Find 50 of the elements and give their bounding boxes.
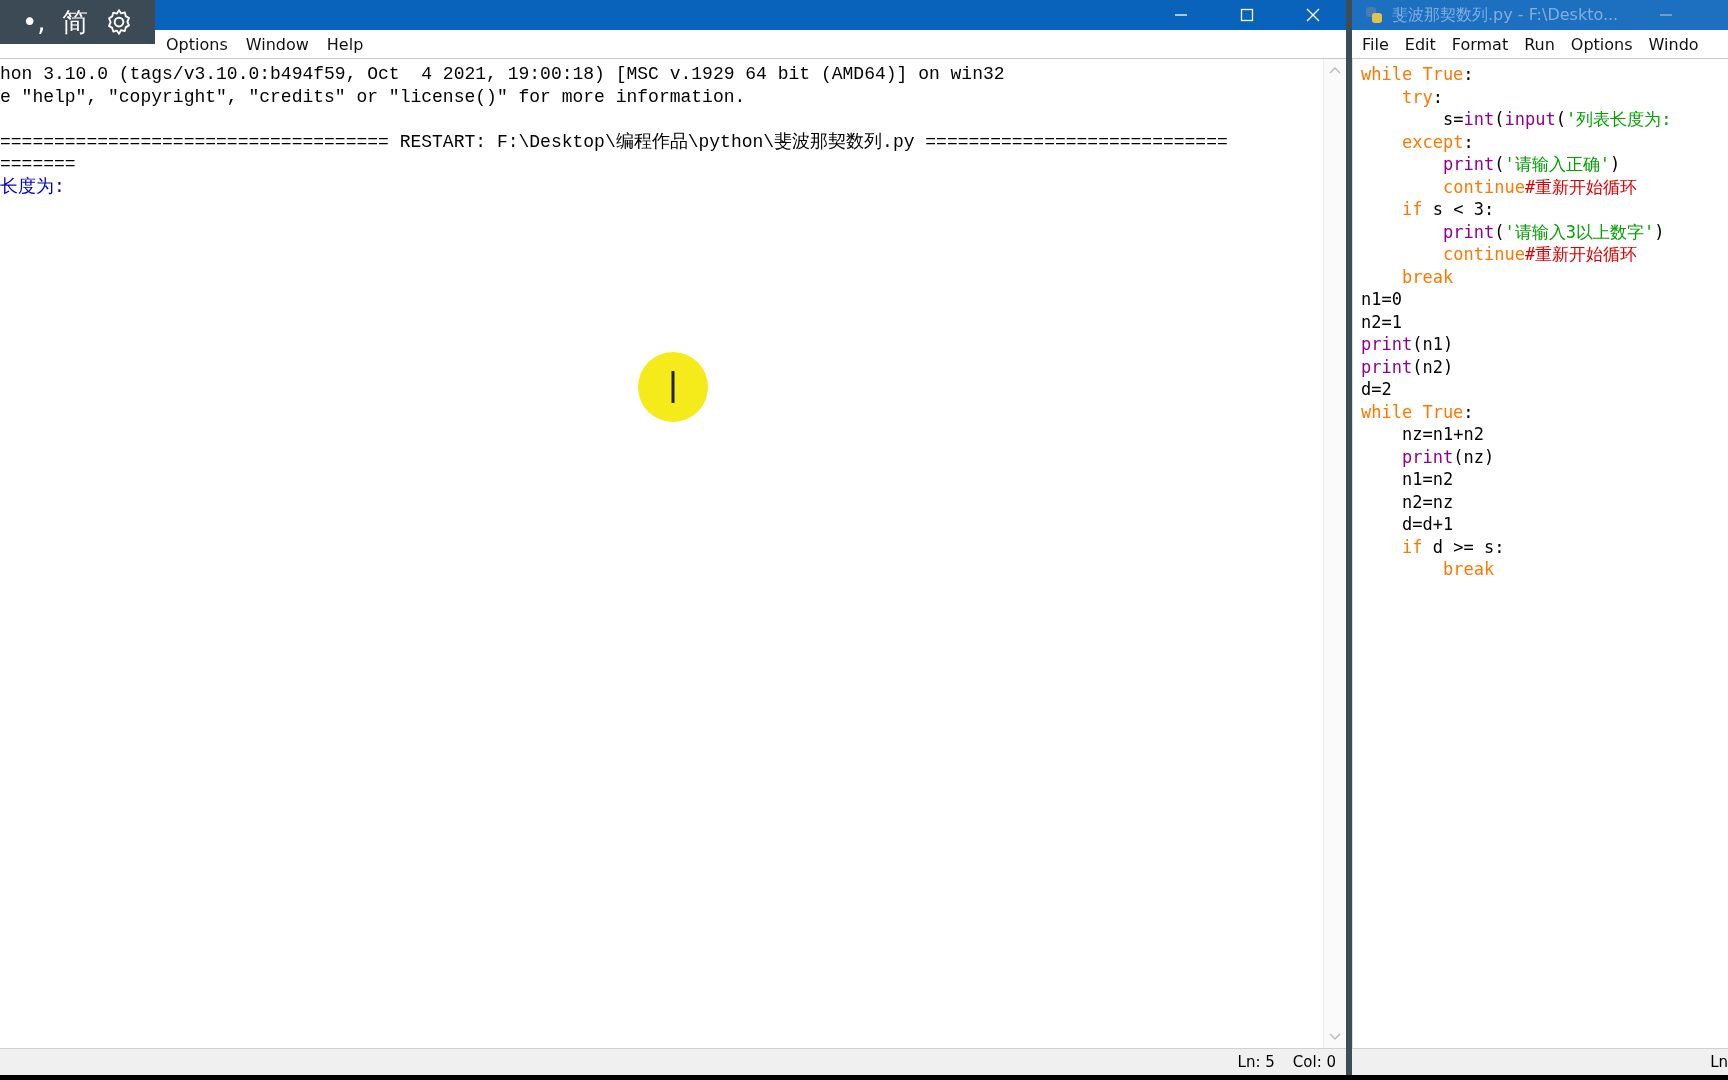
status-text: Col: 0 [1292,1053,1336,1071]
status-text: Ln: 5 [1237,1053,1275,1071]
menu-item[interactable]: Options [1570,34,1633,54]
code-line: d=d+1 [1402,513,1455,536]
code-line: d=2 [1361,378,1393,401]
code-line: continue#重新开始循环 [1443,243,1639,266]
ime-button[interactable]: •, [22,7,46,37]
menu-item[interactable]: Format [1451,34,1509,54]
code-line: break [1402,265,1455,288]
menu-item[interactable]: Help [326,34,364,54]
code-line: while True: [1361,400,1475,423]
menu-item[interactable]: Window [245,34,309,54]
menu-item[interactable]: Run [1524,34,1555,54]
code-line: s=int(input('列表长度为: [1443,108,1672,131]
code-line: continue#重新开始循环 [1443,175,1639,198]
code-line: while True: [1361,63,1475,86]
menu-item[interactable]: Options [166,34,228,54]
window-title: 斐波那契数列.py - F:\Deskto... [1392,4,1619,26]
menu-item[interactable]: Edit [1404,34,1436,54]
code-line: print('请输入正确') [1443,153,1622,176]
code-line: n1=0 [1361,288,1403,311]
cursor-highlight-icon [637,351,709,423]
code-line: break [1443,558,1496,581]
code-line: print('请输入3以上数字') [1443,220,1666,243]
code-line: nz=n1+n2 [1402,423,1485,446]
code-line: if d >= s: [1402,535,1506,558]
code-line: print(n2) [1361,355,1455,378]
shell-line: ==================================== RESTART: F:\Desktop\编程作品\python\斐波那契数列.py ============================ [0,130,1229,153]
scroll-down-icon[interactable] [1328,1032,1342,1042]
maximize-icon[interactable] [1239,7,1255,23]
code-line: print(nz) [1402,445,1496,468]
shell-line: hon 3.10.0 (tags/v3.10.0:b494f59, Oct 4 2021, 19:00:18) [MSC v.1929 64 bit (AMD64)] on win32 [0,63,1006,86]
menu-item[interactable]: Windo [1648,34,1699,54]
shell-line: ======= [0,153,77,176]
code-line: try: [1402,85,1444,108]
shell-line: e "help", "copyright", "credits" or "license()" for more information. [0,85,747,108]
code-line: if s < 3: [1402,198,1496,221]
code-line: print(n1) [1361,333,1455,356]
code-line: except: [1402,130,1475,153]
shell-line: 长度为: [0,175,66,198]
ime-button[interactable]: 简 [61,4,88,40]
code-line: n2=1 [1361,310,1403,333]
scroll-up-icon[interactable] [1328,65,1342,75]
status-text: Ln [1710,1053,1728,1071]
menu-item[interactable]: File [1362,34,1389,54]
code-line: n2=nz [1402,490,1455,513]
close-icon[interactable] [1305,7,1321,23]
code-line: n1=n2 [1402,468,1455,491]
python-logo-icon [1364,5,1384,25]
scrollbar[interactable] [1323,59,1346,1048]
